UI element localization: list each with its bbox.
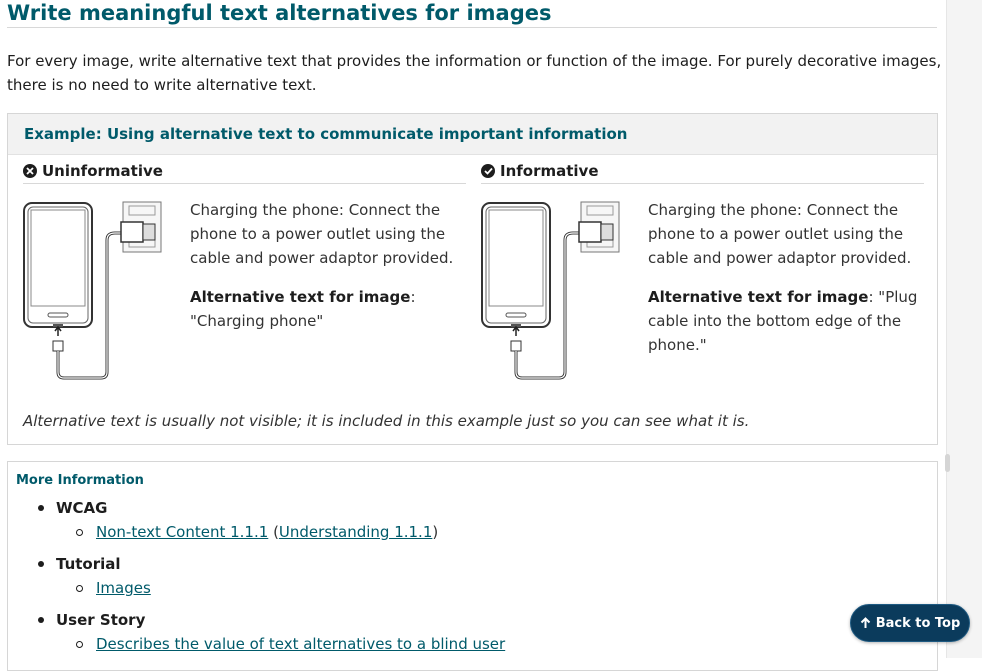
link-understanding[interactable]: Understanding 1.1.1 (279, 523, 432, 541)
example-informative: Informative Charging the phone: Connect … (481, 162, 924, 380)
list-item: Images (56, 576, 505, 600)
section-intro: For every image, write alternative text … (7, 52, 942, 94)
uninformative-title-row: Uninformative (23, 162, 466, 184)
informative-caption: Charging the phone: Connect the phone to… (648, 201, 912, 267)
list-item-user-story: User Story Describes the value of text a… (28, 608, 505, 656)
back-to-top-button[interactable]: Back to Top (850, 604, 970, 642)
link-images-tutorial[interactable]: Images (96, 579, 151, 597)
phone-charging-image (481, 201, 620, 380)
more-information-list: WCAG Non-text Content 1.1.1 (Understandi… (28, 496, 505, 664)
alt-separator: : (410, 288, 416, 306)
informative-title: Informative (500, 162, 599, 180)
category-label: WCAG (56, 499, 108, 517)
back-to-top-label: Back to Top (875, 615, 961, 631)
informative-title-row: Informative (481, 162, 924, 184)
list-item-tutorial: Tutorial Images (28, 552, 505, 600)
list-item: Non-text Content 1.1.1 (Understanding 1.… (56, 520, 505, 544)
paren-close: ) (432, 523, 439, 541)
link-user-story[interactable]: Describes the value of text alternatives… (96, 635, 505, 653)
informative-text: Charging the phone: Connect the phone to… (648, 198, 924, 372)
alt-label: Alternative text for image (190, 288, 411, 306)
alt-separator: : (868, 288, 874, 306)
list-item: Describes the value of text alternatives… (56, 632, 505, 656)
page-gutter (945, 0, 982, 658)
alt-label: Alternative text for image (648, 288, 869, 306)
example-note: Alternative text is usually not visible;… (23, 412, 750, 430)
scroll-nub[interactable] (945, 454, 950, 472)
example-heading: Example: Using alternative text to commu… (8, 114, 937, 155)
phone-charging-image (23, 201, 162, 380)
x-circle-icon (23, 164, 37, 178)
uninformative-caption: Charging the phone: Connect the phone to… (190, 201, 454, 267)
uninformative-text: Charging the phone: Connect the phone to… (190, 198, 466, 348)
sub-list: Describes the value of text alternatives… (56, 632, 505, 656)
section-title: Write meaningful text alternatives for i… (7, 1, 937, 28)
list-item-wcag: WCAG Non-text Content 1.1.1 (Understandi… (28, 496, 505, 544)
alt-value: "Charging phone" (190, 312, 324, 330)
informative-alt: Alternative text for image: "Plug cable … (648, 285, 924, 357)
category-label: Tutorial (56, 555, 121, 573)
sub-list: Non-text Content 1.1.1 (Understanding 1.… (56, 520, 505, 544)
link-non-text-content[interactable]: Non-text Content 1.1.1 (96, 523, 268, 541)
more-information-panel: More Information WCAG Non-text Content 1… (7, 461, 938, 671)
example-uninformative: Uninformative Charging the phone: Connec… (23, 162, 466, 380)
check-circle-icon (481, 164, 495, 178)
sub-list: Images (56, 576, 505, 600)
more-information-title: More Information (16, 473, 144, 488)
example-panel: Example: Using alternative text to commu… (7, 113, 938, 445)
arrow-up-icon (860, 617, 870, 628)
uninformative-title: Uninformative (42, 162, 163, 180)
category-label: User Story (56, 611, 146, 629)
uninformative-alt: Alternative text for image: "Charging pho… (190, 285, 466, 333)
